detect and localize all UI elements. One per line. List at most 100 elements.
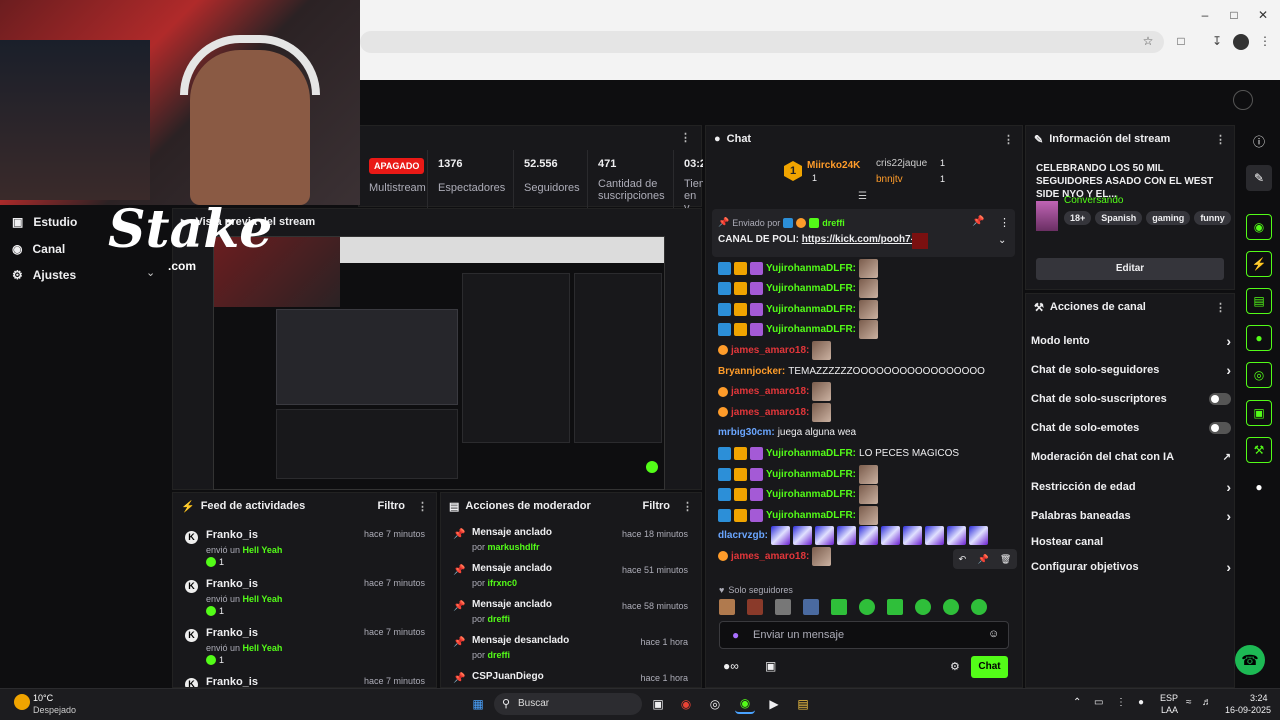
bookmark-star-icon[interactable]: ☆ — [1140, 34, 1156, 50]
wifi-icon[interactable]: ≈ — [1186, 697, 1192, 708]
mod-filter-button[interactable]: Filtro — [643, 500, 671, 513]
chat-username[interactable]: YujirohanmaDLFR: — [766, 469, 856, 480]
preview-rail-icon[interactable]: ▣ — [1246, 400, 1272, 426]
tray-overflow-icon[interactable]: ⌃ — [1073, 697, 1081, 708]
chat-username[interactable]: YujirohanmaDLFR: — [766, 489, 856, 500]
channel-action-item[interactable]: Modo lento › — [1031, 327, 1231, 355]
language-indicator[interactable]: ESP — [1160, 693, 1178, 703]
chrome-icon[interactable]: ◉ — [676, 694, 696, 714]
tag-spanish[interactable]: Spanish — [1095, 211, 1143, 225]
mod-user[interactable]: dreffi — [488, 614, 511, 624]
chat-username[interactable]: YujirohanmaDLFR: — [766, 448, 856, 459]
mod-user[interactable]: markushdlfr — [488, 542, 540, 552]
chat-message[interactable]: YujirohanmaDLFR: — [718, 320, 879, 340]
channel-action-item[interactable]: Moderación del chat con IA ↗ — [1031, 443, 1231, 471]
emote-8[interactable] — [915, 599, 931, 615]
store-icon[interactable]: ▣ — [765, 659, 776, 673]
feed-item[interactable]: K Franko_is envió un Hell Yeah 1 hace 7 minu… — [173, 572, 433, 621]
chat-message[interactable]: Bryannjocker: TEMAZZZZZZOOOOOOOOOOOOOOOOO — [718, 361, 985, 381]
chat-username[interactable]: YujirohanmaDLFR: — [766, 324, 856, 335]
chat-menu-icon[interactable]: ⋮ — [1003, 133, 1014, 146]
chat-username[interactable]: dlacrvzgb: — [718, 530, 768, 541]
chat-username[interactable]: james_amaro18: — [731, 386, 809, 397]
microphone-icon[interactable]: ● — [732, 628, 739, 642]
chat-username[interactable]: Bryannjocker: — [718, 366, 785, 377]
download-icon[interactable]: ↧ — [1209, 34, 1225, 50]
chat-username[interactable]: YujirohanmaDLFR: — [766, 283, 856, 294]
send-chat-button[interactable]: Chat — [971, 656, 1008, 678]
media-player-icon[interactable]: ▶ — [764, 694, 784, 714]
mod-action-item[interactable]: 📌 Mensaje anclado por markushdlfr hace 18 m… — [441, 525, 696, 561]
nav-studio[interactable]: ▣ Estudio — [12, 212, 77, 232]
unpin-icon[interactable]: 📌 — [972, 216, 984, 227]
tag-funny[interactable]: funny — [1194, 211, 1231, 225]
chat-username[interactable]: mrbig30cm: — [718, 427, 775, 438]
feed-user[interactable]: Franko_is — [206, 578, 258, 590]
chat-input-box[interactable]: ● Enviar un mensaje ☺ — [719, 621, 1009, 649]
chat-username[interactable]: james_amaro18: — [731, 551, 809, 562]
actions-menu-icon[interactable]: ⋮ — [1215, 301, 1226, 314]
tray-battery-icon[interactable]: ▭ — [1094, 697, 1103, 708]
chat-username[interactable]: james_amaro18: — [731, 345, 809, 356]
volume-icon[interactable]: ♬ — [1202, 697, 1212, 708]
toggle-switch[interactable] — [1209, 422, 1231, 434]
lightning-rail-icon[interactable]: ⚡ — [1246, 251, 1272, 277]
mod-menu-icon[interactable]: ⋮ — [682, 500, 693, 513]
info-menu-icon[interactable]: ⋮ — [1215, 133, 1226, 146]
tag-18plus[interactable]: 18+ — [1064, 211, 1092, 225]
channel-action-item[interactable]: Chat de solo-emotes — [1031, 414, 1231, 442]
channel-action-item[interactable]: Hostear canal — [1031, 528, 1231, 556]
expand-gifters-icon[interactable]: ☰ — [858, 191, 867, 202]
camera-rail-icon[interactable]: ◉ — [1246, 214, 1272, 240]
emote-10[interactable] — [971, 599, 987, 615]
emote-2[interactable] — [747, 599, 763, 615]
chat-message[interactable]: YujirohanmaDLFR: — [718, 485, 879, 505]
clock-time[interactable]: 3:24 — [1250, 693, 1268, 703]
top-gifter-1[interactable]: Miircko24K — [807, 160, 860, 171]
chat-message[interactable]: james_amaro18: — [718, 382, 832, 402]
chat-message[interactable]: mrbig30cm: juega alguna wea — [718, 423, 856, 443]
community-icon[interactable]: ●∞ — [723, 659, 739, 673]
top-gifter-2[interactable]: cris22jaque — [876, 158, 927, 169]
channel-action-item[interactable]: Restricción de edad › — [1031, 473, 1231, 501]
feed-item[interactable]: K Franko_is envió un Hell Yeah 1 hace 7 minu… — [173, 523, 433, 572]
menu-icon[interactable]: ⋮ — [1257, 34, 1273, 50]
chat-message[interactable]: YujirohanmaDLFR: — [718, 299, 879, 319]
mod-action-item[interactable]: 📌 Mensaje anclado por dreffi hace 58 minuto… — [441, 597, 696, 633]
stream-preview-video[interactable] — [213, 236, 665, 490]
mod-action-item[interactable]: 📌 Mensaje desanclado por dreffi hace 1 hora — [441, 633, 696, 669]
list-rail-icon[interactable]: ▤ — [1246, 288, 1272, 314]
chat-message[interactable]: dlacrvzgb: — [718, 526, 989, 546]
feed-filter-button[interactable]: Filtro — [378, 500, 406, 513]
file-explorer-icon[interactable]: ▤ — [793, 694, 813, 714]
maximize-icon[interactable]: □ — [1225, 8, 1243, 22]
emote-7[interactable] — [887, 599, 903, 615]
community-rail-icon[interactable]: ● — [1246, 474, 1272, 500]
toggle-switch[interactable] — [1209, 393, 1231, 405]
weather-temp[interactable]: 10°C — [33, 693, 53, 703]
pinned-link[interactable]: https://kick.com/pooh7-7 — [802, 234, 920, 245]
support-icon[interactable]: ☎ — [1235, 645, 1265, 675]
feed-menu-icon[interactable]: ⋮ — [417, 500, 428, 513]
chat-message[interactable]: YujirohanmaDLFR: — [718, 258, 879, 278]
chevron-down-icon[interactable]: ⌄ — [146, 266, 155, 279]
channel-action-item[interactable]: Chat de solo-suscriptores — [1031, 385, 1231, 413]
tray-network-icon[interactable]: ⋮ — [1116, 697, 1126, 708]
emote-4[interactable] — [803, 599, 819, 615]
address-bar[interactable] — [360, 31, 1164, 53]
mod-action-item[interactable]: 📌 CSPJuanDiego hace 1 hora — [441, 669, 696, 687]
emote-3[interactable] — [775, 599, 791, 615]
feed-user[interactable]: Franko_is — [206, 627, 258, 639]
extensions-icon[interactable]: □ — [1173, 34, 1189, 50]
edit-stream-button[interactable]: Editar — [1036, 258, 1224, 280]
channel-action-item[interactable]: Configurar objetivos › — [1031, 553, 1231, 581]
user-avatar[interactable] — [1233, 90, 1253, 110]
feed-item[interactable]: K Franko_is hace 7 minutos — [173, 670, 433, 687]
category-name[interactable]: Conversando — [1064, 195, 1123, 206]
reply-icon[interactable]: ↶ — [959, 554, 967, 565]
tray-mic-icon[interactable]: ● — [1138, 697, 1144, 708]
close-icon[interactable]: ✕ — [1254, 8, 1272, 22]
chat-message[interactable]: YujirohanmaDLFR: — [718, 505, 879, 525]
mod-user[interactable]: dreffi — [488, 650, 511, 660]
emote-9[interactable] — [943, 599, 959, 615]
